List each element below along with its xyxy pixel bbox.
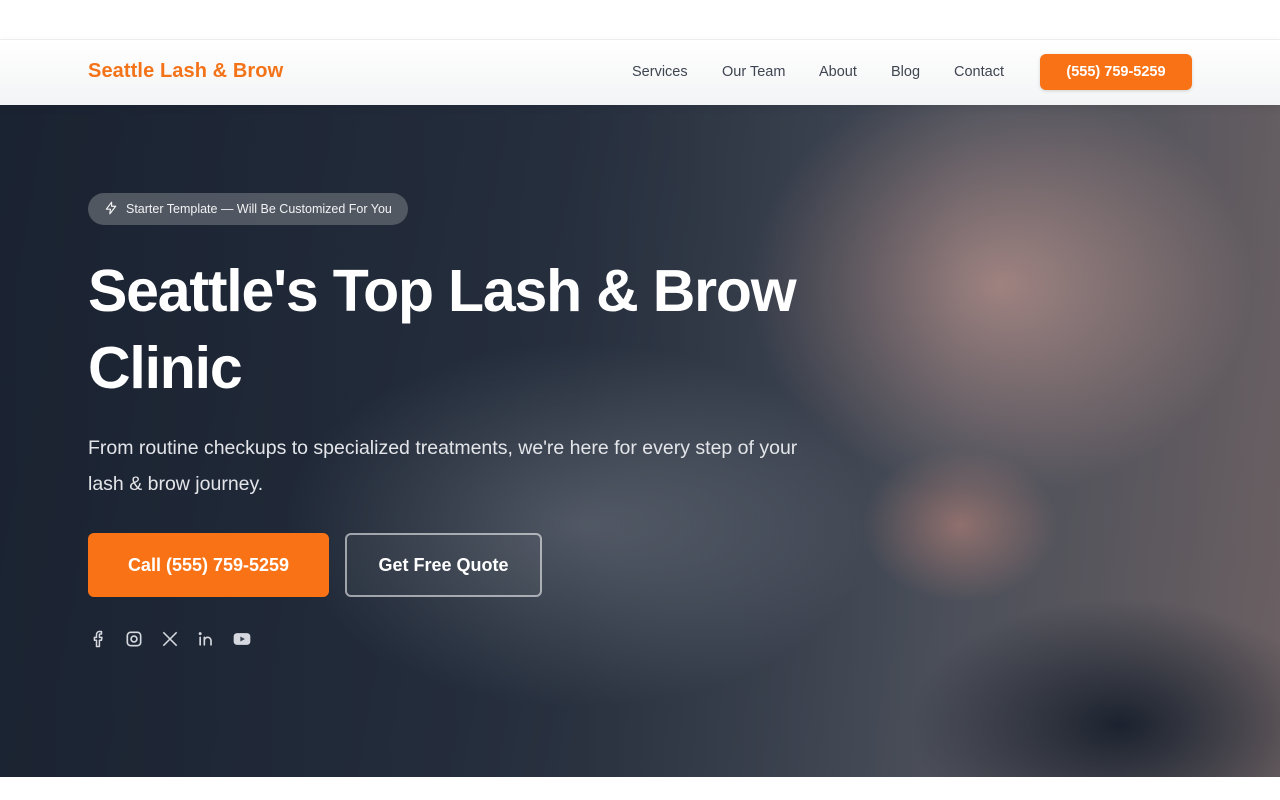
instagram-icon[interactable] xyxy=(123,628,145,650)
badge-text: Starter Template — Will Be Customized Fo… xyxy=(126,202,392,216)
hero-section: Starter Template — Will Be Customized Fo… xyxy=(0,105,1280,777)
sparkle-icon xyxy=(104,201,118,218)
template-badge: Starter Template — Will Be Customized Fo… xyxy=(88,193,408,225)
x-icon[interactable] xyxy=(159,628,181,650)
header-phone-button[interactable]: (555) 759-5259 xyxy=(1040,54,1192,90)
nav-link-services[interactable]: Services xyxy=(632,64,688,80)
hero-subtitle: From routine checkups to specialized tre… xyxy=(88,437,798,495)
linkedin-icon[interactable] xyxy=(195,628,217,650)
call-button[interactable]: Call (555) 759-5259 xyxy=(88,533,329,597)
top-strip xyxy=(0,0,1280,40)
brand-logo[interactable]: Seattle Lash & Brow xyxy=(88,60,283,83)
hero-title: Seattle's Top Lash & Brow Clinic xyxy=(88,258,797,401)
nav-link-about[interactable]: About xyxy=(819,64,857,80)
facebook-icon[interactable] xyxy=(88,628,110,650)
youtube-icon[interactable] xyxy=(231,628,253,650)
nav-link-blog[interactable]: Blog xyxy=(891,64,920,80)
get-free-quote-button[interactable]: Get Free Quote xyxy=(345,533,542,597)
nav-link-contact[interactable]: Contact xyxy=(954,64,1004,80)
nav-link-our-team[interactable]: Our Team xyxy=(722,64,785,80)
site-header: Seattle Lash & Brow Services Our Team Ab… xyxy=(0,40,1280,105)
